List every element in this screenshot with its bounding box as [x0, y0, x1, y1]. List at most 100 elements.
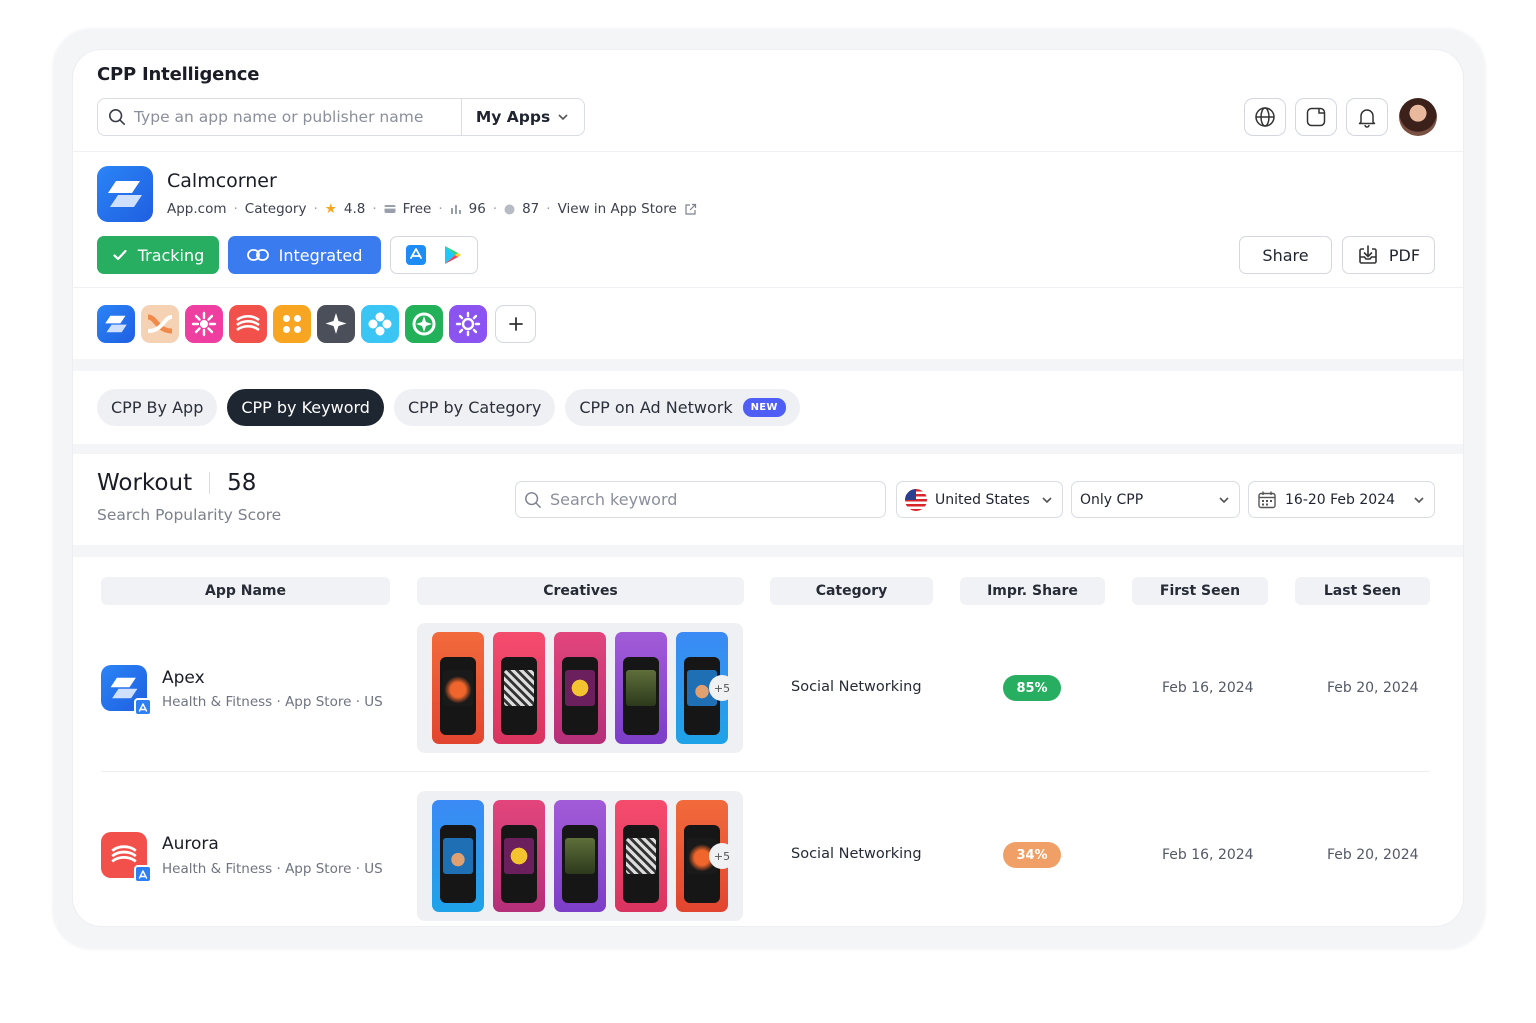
external-link-icon[interactable] [684, 203, 697, 216]
store-toggle[interactable] [390, 236, 478, 274]
publisher-link[interactable]: App.com [167, 201, 227, 217]
popularity-score-label: Search Popularity Score [97, 506, 282, 524]
header-impr-share[interactable]: Impr. Share [960, 577, 1105, 605]
app-store-badge-icon [134, 698, 152, 716]
row-app-meta: Health & Fitness · App Store · US [162, 694, 383, 710]
app-icon-cyan[interactable] [361, 305, 399, 343]
window-icon [1306, 107, 1326, 127]
integrated-label: Integrated [278, 245, 363, 265]
header-first-seen[interactable]: First Seen [1132, 577, 1268, 605]
more-creatives-badge[interactable]: +5 [709, 675, 735, 701]
divider [73, 287, 1463, 288]
popularity-score: 58 [227, 470, 257, 496]
app-icon-pink[interactable] [185, 305, 223, 343]
app-icon-gray[interactable] [317, 305, 355, 343]
more-creatives-badge[interactable]: +5 [709, 843, 735, 869]
row-app-name[interactable]: Apex [162, 668, 205, 688]
row-category: Social Networking [791, 846, 922, 862]
pdf-button[interactable]: PDF [1342, 236, 1435, 274]
tab-cpp-on-ad-network[interactable]: CPP on Ad Network NEW [565, 389, 800, 426]
keyword-heading: Workout 58 [97, 470, 256, 496]
section-band [73, 545, 1463, 557]
tab-label: CPP by Category [407, 398, 542, 417]
keyword-search-field[interactable]: Search keyword [515, 481, 886, 518]
search-input[interactable]: Type an app name or publisher name [134, 108, 461, 126]
app-name: Calmcorner [167, 170, 277, 192]
user-avatar[interactable] [1399, 98, 1437, 136]
last-seen-date: Feb 20, 2024 [1327, 847, 1419, 863]
date-range-select[interactable]: 16-20 Feb 2024 [1248, 481, 1435, 518]
new-badge: NEW [742, 398, 786, 417]
app-icon-red[interactable] [229, 305, 267, 343]
view-in-app-store-link[interactable]: View in App Store [558, 201, 677, 217]
app-icon-orange[interactable] [273, 305, 311, 343]
creative-screenshot[interactable] [432, 632, 484, 744]
keyword-text: Workout [97, 470, 193, 496]
impr-share-badge: 34% [1003, 842, 1061, 868]
rating-value: 4.8 [343, 201, 366, 217]
creative-screenshot[interactable] [493, 632, 545, 744]
header-creatives[interactable]: Creatives [417, 577, 744, 605]
app-search-bar[interactable]: Type an app name or publisher name My Ap… [97, 98, 585, 136]
creatives-gallery[interactable]: +5 [417, 623, 743, 753]
add-app-button[interactable] [495, 305, 536, 343]
google-play-icon[interactable] [444, 245, 462, 265]
category-label: Category [244, 201, 307, 217]
globe-button[interactable] [1244, 98, 1286, 136]
star-icon: ★ [324, 201, 337, 217]
tab-cpp-by-keyword[interactable]: CPP by Keyword [227, 389, 384, 426]
my-apps-label: My Apps [475, 108, 551, 126]
creatives-gallery[interactable]: +5 [417, 791, 743, 921]
globe-icon [1255, 107, 1275, 127]
top-toolbar [1244, 98, 1437, 136]
integrated-button[interactable]: Integrated [228, 236, 381, 274]
creative-screenshot[interactable] [432, 800, 484, 912]
creative-screenshot[interactable] [554, 800, 606, 912]
tracked-apps-strip [97, 305, 536, 343]
creative-screenshot[interactable] [493, 800, 545, 912]
price-tag-icon [384, 205, 396, 213]
header-last-seen[interactable]: Last Seen [1295, 577, 1430, 605]
separator-dot: · [438, 201, 443, 217]
app-icon-purple[interactable] [449, 305, 487, 343]
chevron-down-icon [1219, 496, 1229, 503]
bar-chart-icon [450, 205, 461, 214]
row-category: Social Networking [791, 679, 922, 695]
keyword-search-input[interactable]: Search keyword [550, 490, 677, 509]
creative-screenshot[interactable] [615, 800, 667, 912]
first-seen-date: Feb 16, 2024 [1162, 847, 1254, 863]
tab-cpp-by-category[interactable]: CPP by Category [393, 389, 556, 426]
chevron-down-icon [1042, 496, 1052, 503]
app-icon-green[interactable] [405, 305, 443, 343]
section-band [73, 359, 1463, 371]
tab-label: CPP By App [111, 398, 204, 417]
my-apps-dropdown[interactable]: My Apps [462, 108, 584, 126]
chevron-down-icon [558, 114, 568, 121]
row-app-name[interactable]: Aurora [162, 834, 219, 854]
pdf-label: PDF [1388, 245, 1421, 265]
first-seen-date: Feb 16, 2024 [1162, 680, 1254, 696]
app-icon-blue[interactable] [97, 305, 135, 343]
header-app-name[interactable]: App Name [101, 577, 390, 605]
share-button[interactable]: Share [1239, 236, 1332, 274]
country-select[interactable]: United States [896, 481, 1063, 518]
window-button[interactable] [1295, 98, 1337, 136]
notifications-button[interactable] [1346, 98, 1388, 136]
page-title: CPP Intelligence [97, 64, 260, 85]
app-meta: App.com · Category · ★ 4.8 · Free · 96 ·… [167, 201, 697, 217]
separator-dot: · [372, 201, 377, 217]
stat-value-1: 96 [468, 201, 486, 217]
tracking-label: Tracking [137, 245, 205, 265]
creative-screenshot[interactable] [554, 632, 606, 744]
separator-dot: · [546, 201, 551, 217]
last-seen-date: Feb 20, 2024 [1327, 680, 1419, 696]
tab-cpp-by-app[interactable]: CPP By App [97, 389, 218, 426]
separator-dot: · [492, 201, 498, 217]
tab-label: CPP by Keyword [241, 398, 370, 417]
tracking-button[interactable]: Tracking [97, 236, 219, 274]
app-icon-peach[interactable] [141, 305, 179, 343]
cpp-filter-select[interactable]: Only CPP [1071, 481, 1240, 518]
header-category[interactable]: Category [770, 577, 933, 605]
app-store-icon[interactable] [406, 245, 426, 265]
creative-screenshot[interactable] [615, 632, 667, 744]
